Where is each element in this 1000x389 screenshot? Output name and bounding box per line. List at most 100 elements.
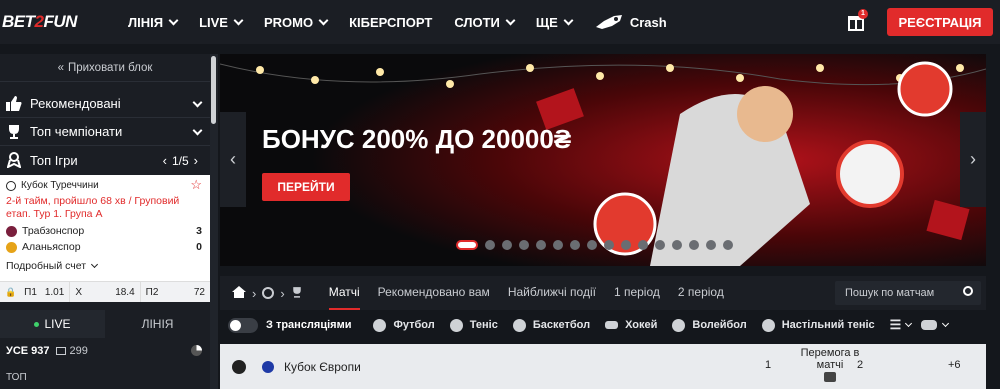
sidebar-item-recommended[interactable]: Рекомендовані	[0, 90, 210, 118]
filter-bar: › › Матчі Рекомендовано вам Найближчі по…	[220, 276, 986, 310]
chevron-down-icon	[505, 15, 516, 25]
carousel-dot[interactable]	[604, 240, 614, 250]
carousel-dot[interactable]	[587, 240, 597, 250]
nav-line[interactable]: ЛІНІЯ	[128, 15, 179, 30]
carousel-dot[interactable]	[723, 240, 733, 250]
sport-basketball[interactable]: Баскетбол	[512, 318, 590, 332]
live-dot-icon	[34, 321, 40, 327]
banner-prev-arrow[interactable]: ‹	[220, 112, 246, 207]
register-button[interactable]: РЕЄСТРАЦІЯ	[887, 8, 993, 36]
chevron-down-icon	[318, 15, 329, 25]
carousel-dot[interactable]	[672, 240, 682, 250]
pie-chart-icon[interactable]	[191, 345, 202, 356]
odd-p2[interactable]: П2 72	[141, 282, 210, 302]
carousel-dot[interactable]	[553, 240, 563, 250]
nav-crash[interactable]: Crash	[594, 13, 667, 31]
double-chevron-left-icon: «	[57, 61, 64, 74]
nav-live[interactable]: LIVE	[199, 15, 244, 30]
sidebar-item-top-championships[interactable]: Топ чемпіонати	[0, 118, 210, 146]
promo-banner[interactable]: БОНУС 200% ДО 20000₴ ПЕРЕЙТИ ‹ ›	[220, 54, 986, 266]
sport-volleyball[interactable]: Волейбол	[672, 318, 747, 332]
basketball-icon	[232, 359, 246, 374]
carousel-dot[interactable]	[570, 240, 580, 250]
match-card[interactable]: Кубок Туреччини ☆ 2-й тайм, пройшло 68 х…	[0, 175, 210, 302]
carousel-dot[interactable]	[502, 240, 512, 250]
chevron-down-icon	[905, 319, 913, 328]
tab-recommended[interactable]: Рекомендовано вам	[378, 276, 490, 310]
carousel-dot[interactable]	[519, 240, 529, 250]
carousel-dot[interactable]	[689, 240, 699, 250]
all-events-row[interactable]: УСЕ 937 299	[0, 338, 210, 364]
chevron-left-icon[interactable]: ‹	[163, 153, 167, 168]
search-icon[interactable]	[963, 286, 973, 296]
carousel-dot[interactable]	[456, 240, 478, 250]
detailed-score-toggle[interactable]: Подробный счет	[6, 260, 99, 272]
tab-live[interactable]: LIVE	[0, 310, 105, 338]
sidebar: «Приховати блок Рекомендовані Топ чемпіо…	[0, 54, 210, 389]
more-sports-menu[interactable]: ☰	[889, 317, 913, 333]
home-icon[interactable]	[232, 285, 246, 301]
carousel-dot[interactable]	[638, 240, 648, 250]
chevron-right-icon[interactable]: ›	[194, 153, 198, 168]
soccer-ball-icon[interactable]	[262, 287, 275, 299]
tab-period-1[interactable]: 1 період	[614, 276, 660, 310]
banner-artwork	[220, 54, 986, 266]
search-input[interactable]	[835, 287, 953, 299]
banner-go-button[interactable]: ПЕРЕЙТИ	[262, 173, 350, 201]
tab-upcoming[interactable]: Найближчі події	[508, 276, 596, 310]
gamepad-icon	[921, 320, 938, 330]
team-away: Аланьяспор 0	[6, 241, 204, 253]
chevron-right-icon: ›	[970, 149, 976, 169]
hide-block-button[interactable]: «Приховати блок	[0, 54, 210, 82]
nav-cybersport[interactable]: КІБЕРСПОРТ	[349, 15, 432, 30]
odd-x[interactable]: X 18.4	[70, 282, 141, 302]
trophy-icon[interactable]	[291, 286, 303, 301]
banner-next-arrow[interactable]: ›	[960, 112, 986, 207]
breadcrumb: › ›	[232, 285, 309, 301]
streams-label: З трансляціями	[266, 319, 352, 331]
list-icon: ☰	[889, 317, 902, 332]
sport-football[interactable]: Футбол	[373, 318, 435, 332]
esports-menu[interactable]	[921, 319, 950, 330]
team-home: Трабзонспор 3	[6, 225, 204, 237]
sidebar-item-label: Рекомендовані	[30, 96, 121, 111]
basketball-icon	[512, 318, 526, 332]
chevron-right-icon: ›	[280, 285, 285, 301]
nav-more[interactable]: ЩЕ	[536, 15, 574, 30]
more-markets[interactable]: +6	[948, 359, 961, 371]
logo[interactable]: BET2FUN	[2, 12, 77, 32]
chevron-down-icon	[942, 319, 950, 328]
chevron-down-icon	[563, 15, 574, 25]
volleyball-icon	[672, 318, 686, 332]
league-row[interactable]: Кубок Європи 1 Перемога в матчі 2 +6	[220, 344, 986, 389]
thumbs-up-icon	[5, 96, 23, 112]
streams-toggle[interactable]	[228, 317, 258, 333]
sidebar-scrollbar[interactable]	[210, 54, 218, 389]
all-events-label: УСЕ 937	[6, 345, 50, 357]
column-1-header: 1	[765, 359, 772, 371]
sidebar-item-top-games[interactable]: Топ Ігри ‹ 1/5 ›	[0, 146, 210, 174]
carousel-dot[interactable]	[485, 240, 495, 250]
sport-tennis[interactable]: Теніс	[449, 318, 498, 332]
market-dropdown-button[interactable]	[824, 372, 836, 382]
odd-p1[interactable]: 🔒 П1 1.01	[0, 282, 71, 302]
sport-table-tennis[interactable]: Настільний теніс	[761, 318, 875, 332]
carousel-dot[interactable]	[655, 240, 665, 250]
scrollbar-thumb[interactable]	[211, 56, 216, 124]
carousel-dot[interactable]	[536, 240, 546, 250]
team-logo-icon	[6, 225, 17, 237]
favorite-star-icon[interactable]: ☆	[190, 177, 202, 193]
tab-line[interactable]: ЛІНІЯ	[105, 310, 210, 338]
carousel-dot[interactable]	[621, 240, 631, 250]
odds-row: 🔒 П1 1.01 X 18.4 П2 72	[0, 281, 210, 302]
league-name: Кубок Європи	[284, 359, 361, 374]
carousel-dot[interactable]	[706, 240, 716, 250]
main-nav: ЛІНІЯ LIVE PROMO КІБЕРСПОРТ СЛОТИ ЩЕ Cra…	[128, 0, 689, 44]
sport-hockey[interactable]: Хокей	[605, 319, 657, 331]
nav-promo[interactable]: PROMO	[264, 15, 329, 30]
tab-matches[interactable]: Матчі	[328, 276, 360, 310]
market-header: Перемога в матчі	[800, 347, 860, 371]
chevron-down-icon	[192, 125, 203, 136]
nav-slots[interactable]: СЛОТИ	[454, 15, 516, 30]
tab-period-2[interactable]: 2 період	[678, 276, 724, 310]
